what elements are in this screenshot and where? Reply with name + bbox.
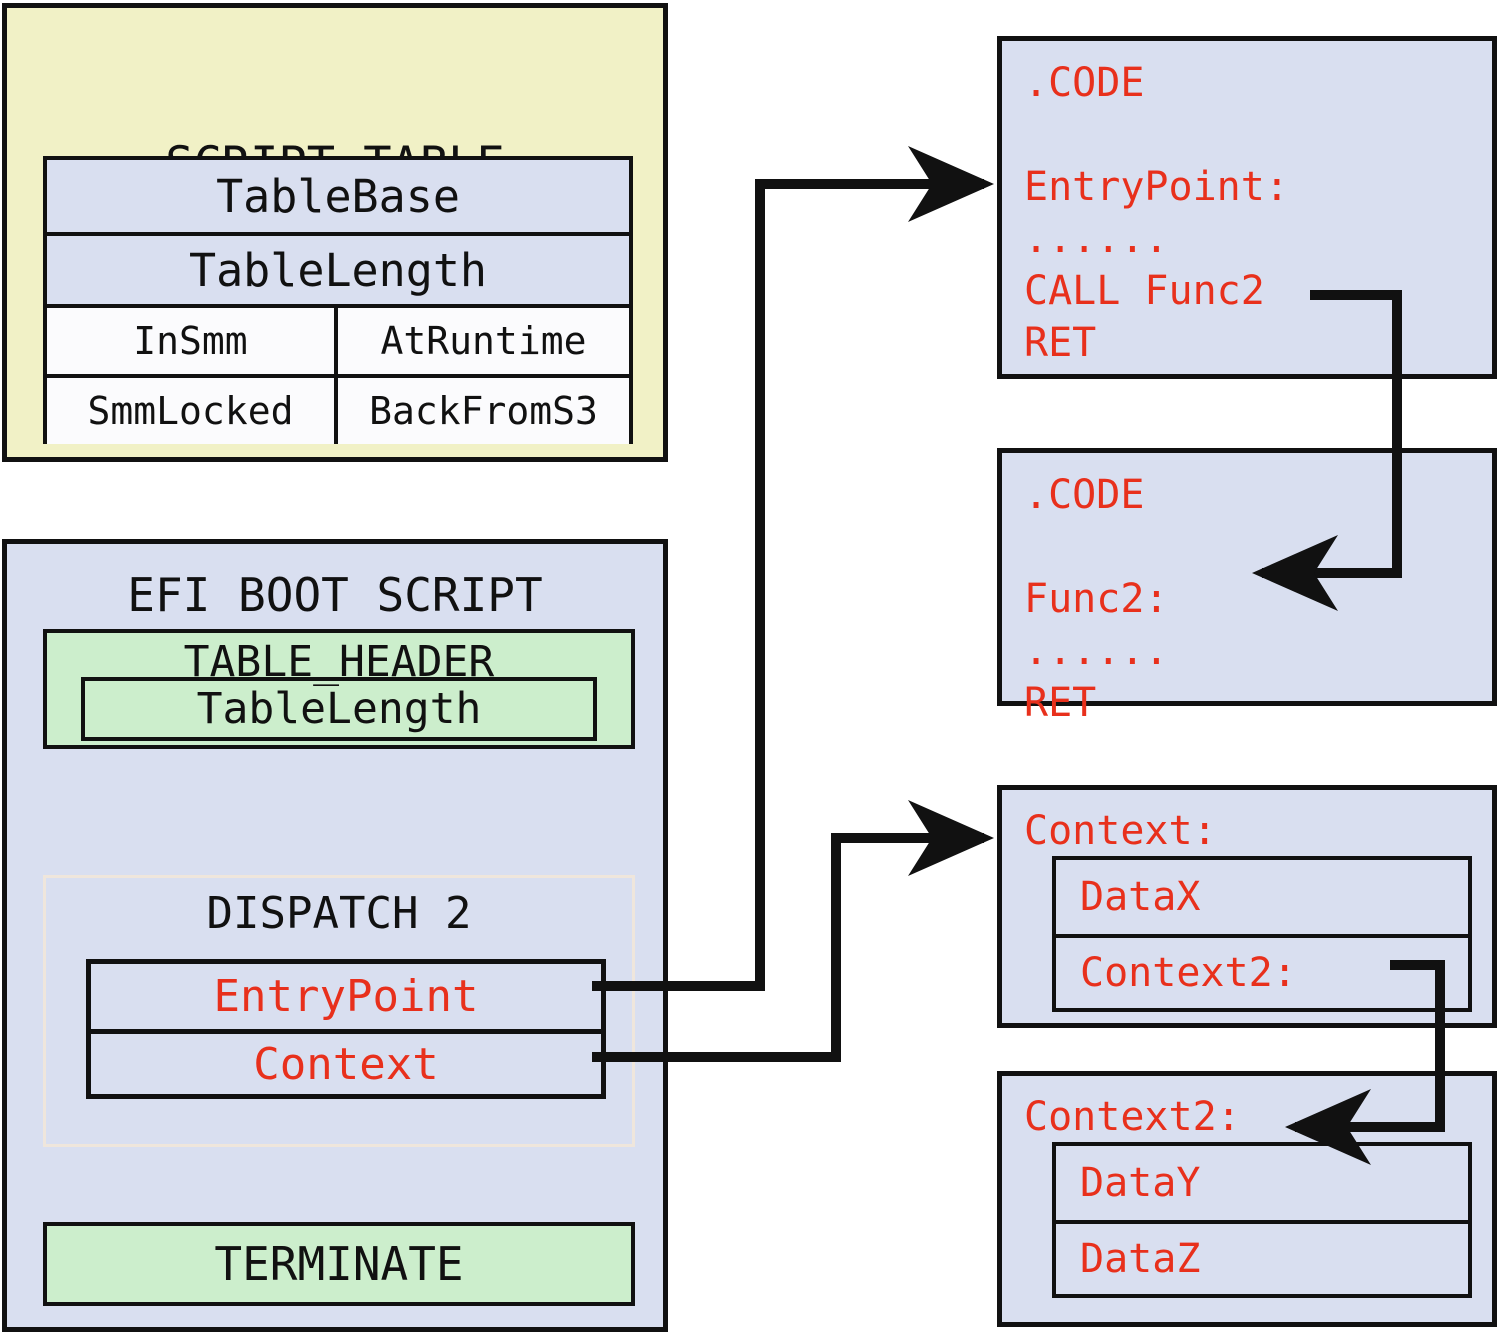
code-line: .CODE xyxy=(1024,60,1145,106)
context-fields: DataX Context2: xyxy=(1052,856,1472,1012)
code-ellipsis-line: ...... xyxy=(1024,216,1169,262)
func2-code-box: .CODE Func2: ...... RET xyxy=(997,448,1497,726)
meta-cell-backfroms3: BackFromS3 xyxy=(338,378,629,444)
meta-cell-tablelength: TableLength xyxy=(47,236,629,304)
dispatch-2-group: DISPATCH 2 EntryPoint Context xyxy=(43,875,635,1147)
context2-fields: DataY DataZ xyxy=(1052,1142,1472,1298)
code-line: .CODE xyxy=(1024,472,1145,518)
dispatch-context-field[interactable]: Context xyxy=(91,1029,601,1094)
dispatch-2-title: DISPATCH 2 xyxy=(206,888,472,939)
meta-cell-insmm: InSmm xyxy=(47,308,338,374)
context-label: Context: xyxy=(1024,808,1217,854)
code-line: EntryPoint: xyxy=(1024,164,1289,210)
meta-cell-atruntime: AtRuntime xyxy=(338,308,629,374)
diagram-canvas: SCRIPT_TABLE META_DATA TableBase TableLe… xyxy=(0,0,1504,1332)
efi-boot-script-title: EFI BOOT SCRIPT xyxy=(127,568,543,622)
context2-field-dataz: DataZ xyxy=(1056,1220,1468,1294)
table-row: SmmLocked BackFromS3 xyxy=(47,374,629,444)
code-ellipsis-line: ...... xyxy=(1024,628,1169,674)
entrypoint-code-box: .CODE EntryPoint: ...... CALL Func2 RET xyxy=(997,36,1497,379)
code-line-call-func2: CALL Func2 xyxy=(1024,268,1265,314)
meta-cell-tablebase: TableBase xyxy=(47,160,629,232)
table-row: TableLength xyxy=(47,232,629,304)
dispatch-2-fields: EntryPoint Context xyxy=(86,959,606,1099)
code-line-func2-label: Func2: xyxy=(1024,576,1169,622)
code-line: RET xyxy=(1024,320,1097,366)
meta-data-fields-table: TableBase TableLength InSmm AtRuntime Sm… xyxy=(43,156,633,444)
meta-cell-smmlocked: SmmLocked xyxy=(47,378,338,444)
context2-field-datay: DataY xyxy=(1080,1160,1201,1206)
func2-code-listing: .CODE Func2: ...... RET xyxy=(1024,469,1484,729)
context2-box: Context2: DataY DataZ xyxy=(997,1071,1497,1327)
dispatch-entrypoint-field[interactable]: EntryPoint xyxy=(91,964,601,1029)
table-row: InSmm AtRuntime xyxy=(47,304,629,374)
table-header-box: TABLE_HEADER TableLength xyxy=(43,629,635,749)
code-line: RET xyxy=(1024,680,1097,726)
context-field-datax: DataX xyxy=(1080,874,1201,920)
context-field-context2: Context2: xyxy=(1056,934,1468,1008)
terminate-box: TERMINATE xyxy=(43,1222,635,1306)
context-box: Context: DataX Context2: xyxy=(997,785,1497,1028)
script-table-meta-data-box: SCRIPT_TABLE META_DATA TableBase TableLe… xyxy=(2,3,668,462)
context2-label: Context2: xyxy=(1024,1094,1241,1140)
entrypoint-code-listing: .CODE EntryPoint: ...... CALL Func2 RET xyxy=(1024,57,1484,369)
table-header-tablelength-field: TableLength xyxy=(81,677,597,741)
table-row: TableBase xyxy=(47,160,629,232)
efi-boot-script-box: EFI BOOT SCRIPT TABLE_HEADER TableLength… xyxy=(2,539,668,1332)
